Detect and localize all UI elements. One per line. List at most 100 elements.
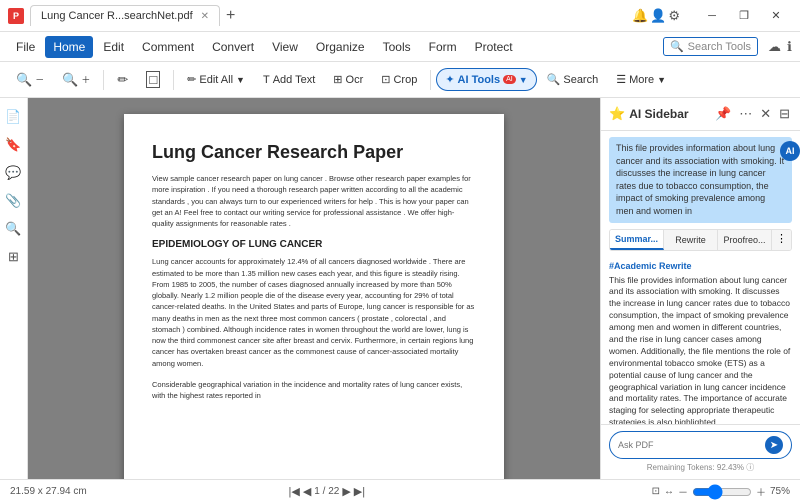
close-btn[interactable]: ✕	[760, 0, 792, 32]
highlight-icon: ✏	[117, 72, 128, 88]
ai-content-text: This file provides information about lun…	[609, 275, 792, 424]
zoom-out-status-btn[interactable]: －	[678, 484, 688, 499]
ai-tools-btn[interactable]: ✦ AI Tools AI ▼	[436, 68, 536, 91]
ask-pdf-input[interactable]	[618, 440, 761, 450]
pdf-title: Lung Cancer Research Paper	[152, 142, 476, 163]
fit-width-btn[interactable]: ↔	[664, 486, 674, 497]
ai-tab-rewrite[interactable]: Rewrite	[664, 230, 718, 250]
ai-tab-summary[interactable]: Summar...	[610, 230, 664, 250]
app-icon: P	[8, 8, 24, 24]
ocr-label: Ocr	[346, 74, 364, 86]
menu-protect[interactable]: Protect	[467, 36, 521, 58]
more-label: More	[629, 74, 654, 86]
restore-btn[interactable]: ❐	[728, 0, 760, 32]
menu-search-tools[interactable]: 🔍 Search Tools	[663, 37, 758, 56]
ai-content-tag: #Academic Rewrite	[609, 261, 792, 271]
next-page-btn[interactable]: ▶	[342, 485, 350, 498]
pdf-intro: View sample cancer research paper on lun…	[152, 173, 476, 229]
tab-close-btn[interactable]: ✕	[201, 11, 209, 22]
active-tab[interactable]: Lung Cancer R...searchNet.pdf ✕	[30, 5, 220, 26]
ai-settings-btn[interactable]: ⊟	[777, 104, 792, 124]
ai-tabs-more-btn[interactable]: ⋮	[772, 230, 791, 250]
cloud-icon[interactable]: ☁	[768, 39, 781, 55]
sidebar-page-icon[interactable]: 📄	[3, 106, 25, 128]
menu-comment[interactable]: Comment	[134, 36, 202, 58]
page-info: 1 / 22	[314, 486, 339, 497]
crop-btn[interactable]: ⊡ Crop	[373, 69, 425, 90]
edit-all-btn[interactable]: ✏ Edit All ▼	[179, 69, 253, 90]
window-controls: ─ ❐ ✕	[696, 0, 792, 32]
menu-home[interactable]: Home	[45, 36, 93, 58]
zoom-slider[interactable]	[692, 484, 752, 500]
sidebar-grid-icon[interactable]: ⊞	[3, 246, 25, 268]
last-page-btn[interactable]: ▶|	[354, 485, 365, 498]
add-text-label: Add Text	[273, 74, 316, 86]
rectangle-icon: □	[146, 71, 160, 88]
sidebar-search-icon[interactable]: 🔍	[3, 218, 25, 240]
search-icon: 🔍	[547, 73, 561, 86]
menu-file[interactable]: File	[8, 36, 43, 58]
tab-label: Lung Cancer R...searchNet.pdf	[41, 10, 193, 22]
left-sidebar: 📄 🔖 💬 📎 🔍 ⊞	[0, 98, 28, 479]
ai-tab-proofread[interactable]: Proofreo...	[718, 230, 772, 250]
menu-organize[interactable]: Organize	[308, 36, 373, 58]
first-page-btn[interactable]: |◀	[288, 485, 299, 498]
ai-pin-btn[interactable]: 📌	[713, 104, 733, 124]
add-text-icon: T	[263, 74, 270, 86]
pdf-viewer[interactable]: Lung Cancer Research Paper View sample c…	[28, 98, 600, 479]
statusbar: 21.59 x 27.94 cm |◀ ◀ 1 / 22 ▶ ▶| ⊡ ↔ － …	[0, 479, 800, 503]
menu-view[interactable]: View	[264, 36, 306, 58]
ai-send-btn[interactable]: ➤	[765, 436, 783, 454]
separator-3	[430, 70, 431, 90]
zoom-in-icon2: ＋	[81, 73, 90, 86]
main-area: 📄 🔖 💬 📎 🔍 ⊞ Lung Cancer Research Paper V…	[0, 98, 800, 479]
search-tools-label: Search Tools	[688, 41, 751, 53]
minimize-btn[interactable]: ─	[696, 0, 728, 32]
new-tab-btn[interactable]: +	[220, 7, 241, 25]
ai-sidebar-title: AI Sidebar	[629, 107, 709, 121]
ocr-btn[interactable]: ⊞ Ocr	[325, 69, 371, 90]
ai-tools-label: AI Tools	[458, 74, 501, 86]
prev-page-btn[interactable]: ◀	[303, 485, 311, 498]
sidebar-bookmark-icon[interactable]: 🔖	[3, 134, 25, 156]
zoom-out-btn[interactable]: 🔍 －	[8, 68, 52, 92]
zoom-in-btn[interactable]: 🔍 ＋	[54, 68, 98, 92]
zoom-in-status-btn[interactable]: ＋	[756, 484, 766, 499]
page-dimensions: 21.59 x 27.94 cm	[10, 486, 87, 497]
ai-menu-btn[interactable]: ⋯	[737, 104, 754, 124]
ai-tokens-info-icon[interactable]: ⓘ	[746, 463, 754, 472]
sidebar-attachment-icon[interactable]: 📎	[3, 190, 25, 212]
statusbar-left: 21.59 x 27.94 cm	[10, 486, 280, 497]
menu-form[interactable]: Form	[421, 36, 465, 58]
ai-input-row: ➤	[609, 431, 792, 459]
settings-icon[interactable]: ⚙	[668, 8, 680, 24]
ai-input-area: ➤ Remaining Tokens: 92.43% ⓘ	[601, 424, 800, 479]
menu-edit[interactable]: Edit	[95, 36, 132, 58]
titlebar: P Lung Cancer R...searchNet.pdf ✕ + 🔔 👤 …	[0, 0, 800, 32]
statusbar-right: ⊡ ↔ － ＋ 75%	[652, 484, 790, 500]
crop-label: Crop	[393, 74, 417, 86]
account-icon[interactable]: 👤	[650, 8, 666, 24]
separator-1	[103, 70, 104, 90]
menu-convert[interactable]: Convert	[204, 36, 262, 58]
notification-icon[interactable]: 🔔	[632, 8, 648, 24]
search-label: Search	[563, 74, 598, 86]
rectangle-btn[interactable]: □	[138, 67, 168, 92]
pdf-section1-body: Lung cancer accounts for approximately 1…	[152, 256, 476, 369]
more-dropdown-icon: ▼	[657, 75, 666, 85]
fit-page-btn[interactable]: ⊡	[652, 486, 660, 497]
info-icon[interactable]: ℹ	[787, 39, 792, 55]
highlight-btn[interactable]: ✏	[109, 68, 136, 92]
ai-sidebar-header: ⭐ AI Sidebar 📌 ⋯ ✕ ⊟	[601, 98, 800, 131]
add-text-btn[interactable]: T Add Text	[255, 70, 323, 90]
ai-sidebar: ⭐ AI Sidebar 📌 ⋯ ✕ ⊟ This file provides …	[600, 98, 800, 479]
dropdown-icon: ▼	[236, 75, 245, 85]
ai-avatar: AI	[780, 141, 800, 161]
sidebar-comment-icon[interactable]: 💬	[3, 162, 25, 184]
ai-content: #Academic Rewrite This file provides inf…	[601, 255, 800, 424]
ai-close-btn[interactable]: ✕	[758, 104, 773, 124]
more-btn[interactable]: ☰ More ▼	[608, 69, 674, 90]
menu-tools[interactable]: Tools	[375, 36, 419, 58]
ai-highlight-text: This file provides information about lun…	[616, 143, 784, 216]
search-btn[interactable]: 🔍 Search	[539, 69, 607, 90]
